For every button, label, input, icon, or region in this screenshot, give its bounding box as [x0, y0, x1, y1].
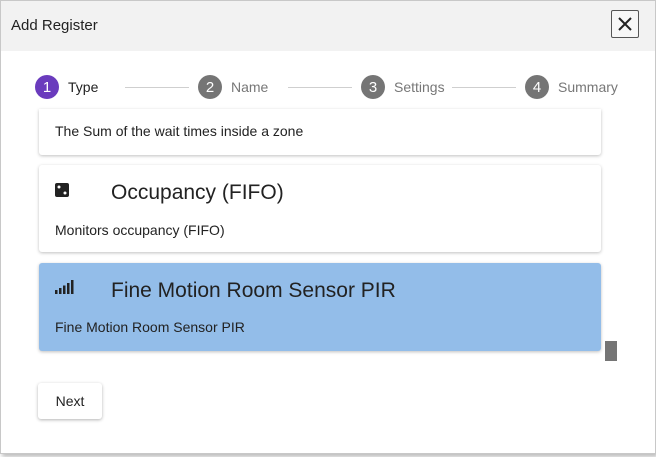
step-label: Name: [231, 79, 269, 95]
next-button[interactable]: Next: [38, 383, 102, 419]
step-label: Type: [68, 79, 99, 95]
step-label: Summary: [558, 79, 618, 95]
step-number: 1: [35, 75, 59, 99]
dialog-titlebar: Add Register: [1, 1, 655, 51]
register-type-card[interactable]: The Sum of the wait times inside a zone: [39, 109, 601, 155]
signal-bars-icon: [55, 280, 74, 294]
step-number: 3: [361, 75, 385, 99]
step-summary[interactable]: 4 Summary: [525, 75, 618, 99]
dice-icon: [55, 183, 69, 197]
scrollbar-thumb[interactable]: [605, 341, 617, 361]
close-button[interactable]: [611, 10, 639, 38]
step-connector: [452, 87, 516, 88]
card-title: Fine Motion Room Sensor PIR: [111, 279, 396, 302]
step-connector: [125, 87, 189, 88]
card-description: Monitors occupancy (FIFO): [55, 222, 225, 238]
step-number: 4: [525, 75, 549, 99]
register-type-card-selected[interactable]: Fine Motion Room Sensor PIR Fine Motion …: [39, 263, 601, 351]
step-label: Settings: [394, 79, 445, 95]
card-description: The Sum of the wait times inside a zone: [55, 123, 304, 139]
step-connector: [288, 87, 352, 88]
close-icon: [618, 17, 632, 31]
step-number: 2: [198, 75, 222, 99]
wizard-stepper: 1 Type 2 Name 3 Settings 4 Summary: [1, 73, 655, 101]
dialog-title: Add Register: [11, 17, 98, 34]
step-type[interactable]: 1 Type: [35, 75, 98, 99]
add-register-dialog: Add Register 1 Type 2 Name 3 Settings 4 …: [0, 0, 656, 454]
card-title: Occupancy (FIFO): [111, 181, 284, 204]
step-name[interactable]: 2 Name: [198, 75, 268, 99]
card-description: Fine Motion Room Sensor PIR: [55, 319, 245, 335]
step-settings[interactable]: 3 Settings: [361, 75, 445, 99]
register-type-card[interactable]: Occupancy (FIFO) Monitors occupancy (FIF…: [39, 165, 601, 252]
